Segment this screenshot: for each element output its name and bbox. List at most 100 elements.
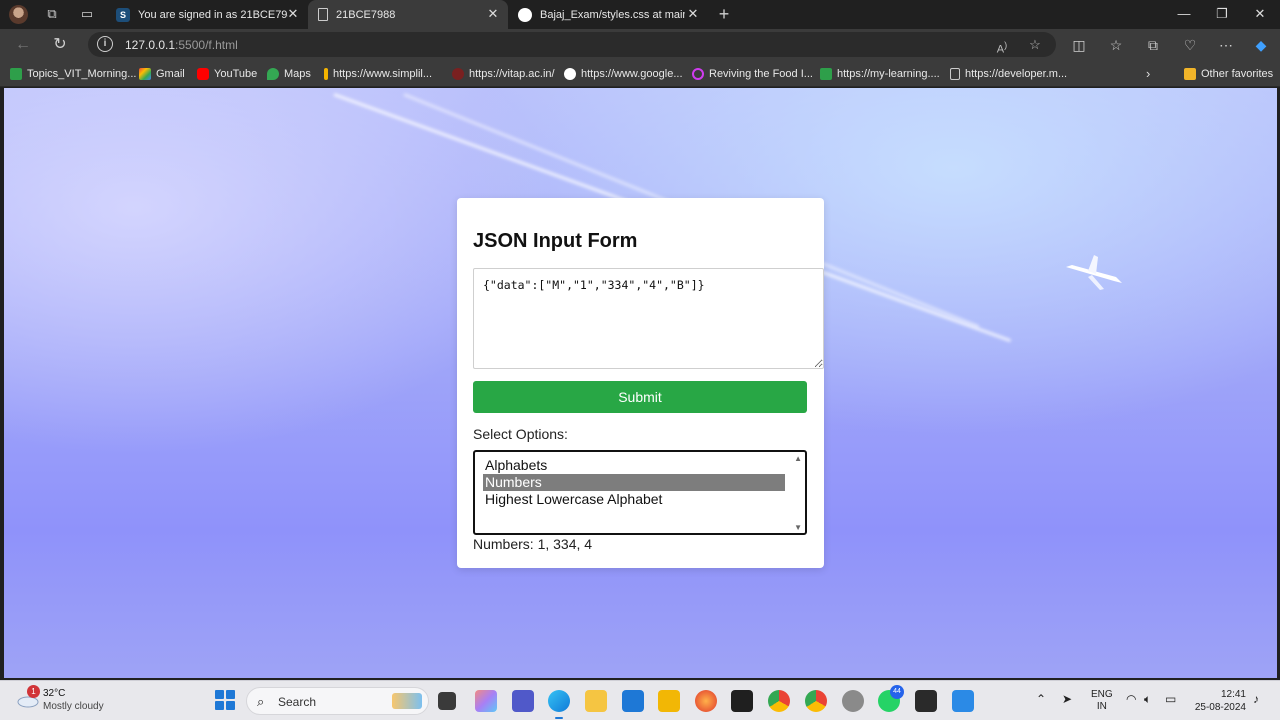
google-icon: [564, 68, 576, 80]
language-indicator[interactable]: ENG IN: [1091, 689, 1113, 713]
notification-bell-icon[interactable]: ♪: [1253, 692, 1259, 706]
chevron-up-icon[interactable]: ⌃: [1036, 692, 1046, 706]
bookmark-label: Reviving the Food I...: [709, 68, 813, 80]
back-icon[interactable]: ←: [13, 35, 33, 55]
profile-avatar[interactable]: [9, 5, 28, 24]
weather-temperature[interactable]: 32°C: [43, 688, 65, 699]
site-favicon-icon: S: [116, 7, 130, 22]
url-path: :5500/f.html: [175, 38, 238, 52]
teams-icon[interactable]: [512, 690, 534, 712]
bookmark-label: Gmail: [156, 68, 185, 80]
wifi-icon[interactable]: ◠: [1126, 692, 1136, 706]
command-prompt-icon[interactable]: [915, 690, 937, 712]
page-file-icon: [950, 68, 960, 80]
clock-time: 12:41: [1220, 689, 1246, 700]
simplilearn-icon: [324, 68, 328, 80]
task-view-icon[interactable]: [438, 692, 456, 710]
file-explorer-icon[interactable]: [585, 690, 607, 712]
bookmark-label: YouTube: [214, 68, 258, 80]
read-aloud-icon[interactable]: A): [993, 36, 1011, 56]
site-info-icon[interactable]: i: [97, 36, 113, 52]
form-title: JSON Input Form: [473, 230, 638, 252]
refresh-icon[interactable]: ↻: [50, 35, 70, 55]
bookmark-item[interactable]: Maps: [267, 66, 311, 82]
bookmark-label: https://vitap.ac.in/: [469, 68, 555, 80]
power-bi-icon[interactable]: [658, 690, 680, 712]
option-highest-lowercase[interactable]: Highest Lowercase Alphabet: [483, 491, 785, 508]
other-favorites[interactable]: Other favorites: [1184, 66, 1273, 82]
bookmark-item[interactable]: Topics_VIT_Morning...: [10, 66, 136, 82]
browser-essentials-icon[interactable]: ♡: [1180, 35, 1200, 55]
option-alphabets[interactable]: Alphabets: [483, 457, 785, 474]
battery-icon[interactable]: ▭: [1165, 692, 1176, 706]
chrome-profile-icon[interactable]: [768, 690, 790, 712]
bookmark-item[interactable]: Reviving the Food I...: [692, 66, 813, 82]
submit-button[interactable]: Submit: [473, 381, 807, 413]
tab-title: Bajaj_Exam/styles.css at main · PA: [540, 8, 685, 21]
search-label: Search: [278, 695, 317, 709]
copilot-icon[interactable]: ◆: [1251, 35, 1271, 55]
youtube-icon: [197, 68, 209, 80]
restore-icon[interactable]: ❐: [1213, 5, 1231, 23]
close-tab-icon[interactable]: ✕: [286, 7, 300, 21]
workspaces-icon[interactable]: ⧉: [44, 6, 60, 22]
bookmark-item[interactable]: Gmail: [139, 66, 185, 82]
bookmarks-bar: Topics_VIT_Morning... Gmail YouTube Maps…: [0, 60, 1280, 87]
system-clock[interactable]: 12:41 25-08-2024: [1192, 688, 1246, 714]
address-bar[interactable]: i 127.0.0.1:5500/f.html A) ☆: [88, 32, 1056, 57]
search-icon: ⌕: [257, 694, 265, 709]
terminal-icon[interactable]: [731, 690, 753, 712]
taskbar-search[interactable]: ⌕ Search: [246, 687, 429, 715]
scroll-down-icon[interactable]: ▼: [794, 523, 802, 532]
edge-icon[interactable]: [548, 690, 570, 712]
volume-icon[interactable]: 🔈︎: [1144, 692, 1151, 707]
tab-active-page[interactable]: 21BCE7988 ✕: [308, 0, 508, 29]
gmail-icon: [139, 68, 151, 80]
scroll-up-icon[interactable]: ▲: [794, 454, 802, 463]
active-app-indicator: [555, 717, 563, 719]
split-screen-icon[interactable]: ◫: [1069, 35, 1089, 55]
page-file-icon: [318, 8, 328, 21]
chevron-right-icon[interactable]: ›: [1146, 66, 1150, 81]
close-tab-icon[interactable]: ✕: [486, 7, 500, 21]
option-numbers[interactable]: Numbers: [483, 474, 785, 491]
learning-icon: [820, 68, 832, 80]
bookmark-item[interactable]: https://www.google...: [564, 66, 683, 82]
firefox-icon[interactable]: [695, 690, 717, 712]
url-text: 127.0.0.1:5500/f.html: [125, 38, 238, 52]
options-multiselect[interactable]: Alphabets Numbers Highest Lowercase Alph…: [473, 450, 807, 535]
windows-start-icon[interactable]: [215, 690, 235, 710]
weather-description[interactable]: Mostly cloudy: [43, 701, 104, 712]
favorite-star-icon[interactable]: ☆: [1026, 36, 1044, 54]
minimize-icon[interactable]: —: [1175, 5, 1193, 23]
tab-actions-icon[interactable]: ▭: [79, 6, 95, 22]
select-options-label: Select Options:: [473, 426, 568, 442]
settings-gear-icon[interactable]: [842, 690, 864, 712]
mail-icon[interactable]: [622, 690, 644, 712]
topics-icon: [10, 68, 22, 80]
more-menu-icon[interactable]: ⋯: [1216, 35, 1236, 55]
json-input[interactable]: [473, 268, 824, 369]
bookmark-label: https://developer.m...: [965, 68, 1068, 80]
collections-icon[interactable]: ⧉: [1143, 35, 1163, 55]
copilot-app-icon[interactable]: [475, 690, 497, 712]
bookmark-item[interactable]: https://www.simplil...: [324, 66, 432, 82]
favorites-icon[interactable]: ☆: [1106, 35, 1126, 55]
bookmark-item[interactable]: https://developer.m...: [950, 66, 1067, 82]
clock-date: 25-08-2024: [1194, 702, 1246, 713]
bookmark-item[interactable]: https://my-learning....: [820, 66, 940, 82]
tab-github[interactable]: Bajaj_Exam/styles.css at main · PA ✕: [508, 0, 708, 29]
json-form-card: JSON Input Form Submit Select Options: A…: [457, 198, 824, 568]
bookmark-label: Maps: [284, 68, 311, 80]
close-window-icon[interactable]: ✕: [1251, 5, 1269, 23]
tab-signed-in[interactable]: S You are signed in as 21BCE7988 ✕: [106, 0, 308, 29]
bookmark-label: https://www.simplil...: [333, 68, 433, 80]
new-tab-icon[interactable]: +: [716, 5, 732, 23]
send-icon[interactable]: ➤: [1062, 692, 1072, 706]
bookmark-item[interactable]: https://vitap.ac.in/: [452, 66, 555, 82]
bookmark-item[interactable]: YouTube: [197, 66, 257, 82]
vscode-icon[interactable]: [952, 690, 974, 712]
chrome-icon[interactable]: [805, 690, 827, 712]
close-tab-icon[interactable]: ✕: [686, 7, 700, 21]
vitap-icon: [452, 68, 464, 80]
